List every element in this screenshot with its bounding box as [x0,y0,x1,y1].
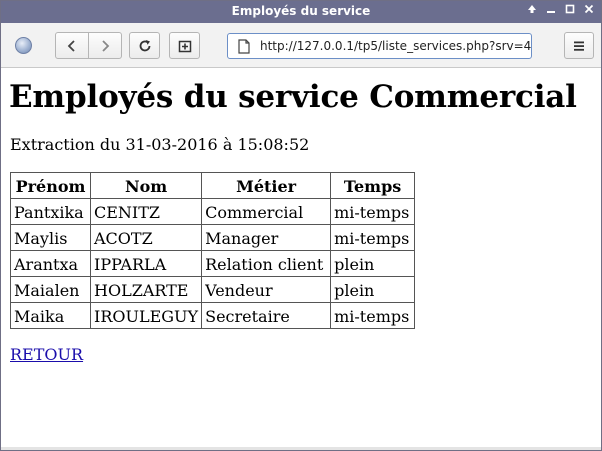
back-link[interactable]: RETOUR [10,345,83,364]
column-header-temps: Temps [330,172,416,199]
url-bar[interactable]: http://127.0.0.1/tp5/liste_services.php?… [227,33,532,59]
table-row: Arantxa IPPARLA Relation client plein [10,250,416,277]
table-cell: CENITZ [89,198,203,225]
table-cell: Arantxa [10,250,91,277]
table-cell: plein [330,276,416,303]
table-cell: Maika [10,302,91,329]
table-cell: IROULEGUY [89,302,203,329]
chevron-right-icon [102,39,110,52]
globe-icon[interactable] [15,37,32,54]
menu-button[interactable] [564,32,594,59]
table-row: Maika IROULEGUY Secretaire mi-temps [10,302,416,329]
window-title: Employés du service [231,4,371,18]
close-icon[interactable] [583,4,595,18]
extraction-timestamp: Extraction du 31-03-2016 à 15:08:52 [10,135,310,154]
table-row: Maialen HOLZARTE Vendeur plein [10,276,416,303]
page-content: Employés du service Commercial Extractio… [1,69,601,449]
chevron-left-icon [67,39,75,52]
table-cell: mi-temps [330,198,416,225]
column-header-prenom: Prénom [10,172,91,199]
table-cell: plein [330,250,416,277]
url-text[interactable]: http://127.0.0.1/tp5/liste_services.php?… [260,39,531,53]
new-tab-button[interactable] [169,32,200,59]
page-icon [238,39,250,58]
window-titlebar: Employés du service [1,1,601,23]
nav-button-group [55,32,122,59]
table-cell: Commercial [201,198,332,225]
table-cell: Manager [201,224,332,251]
minimize-icon[interactable] [545,4,557,18]
reload-icon [139,39,150,51]
hamburger-menu-icon [574,41,584,51]
table-row: Pantxika CENITZ Commercial mi-temps [10,198,416,225]
window-controls [526,4,595,18]
window-bottom-edge [1,447,601,450]
table-cell: HOLZARTE [89,276,203,303]
column-header-nom: Nom [89,172,203,199]
table-cell: mi-temps [330,302,416,329]
table-cell: IPPARLA [89,250,203,277]
forward-button[interactable] [89,33,121,58]
employees-table: Prénom Nom Métier Temps Pantxika CENITZ … [10,172,416,329]
back-button[interactable] [56,33,88,58]
table-cell: Maylis [10,224,91,251]
page-title: Employés du service Commercial [9,79,577,115]
table-cell: Relation client [201,250,332,277]
browser-toolbar: http://127.0.0.1/tp5/liste_services.php?… [1,23,601,68]
maximize-icon[interactable] [564,4,576,18]
table-header-row: Prénom Nom Métier Temps [10,172,416,199]
table-cell: Maialen [10,276,91,303]
column-header-metier: Métier [201,172,332,199]
table-cell: mi-temps [330,224,416,251]
table-cell: ACOTZ [89,224,203,251]
new-tab-icon [178,40,191,52]
keep-above-icon[interactable] [526,4,538,18]
reload-button[interactable] [129,32,160,59]
table-cell: Pantxika [10,198,91,225]
table-row: Maylis ACOTZ Manager mi-temps [10,224,416,251]
table-cell: Secretaire [201,302,332,329]
table-cell: Vendeur [201,276,332,303]
